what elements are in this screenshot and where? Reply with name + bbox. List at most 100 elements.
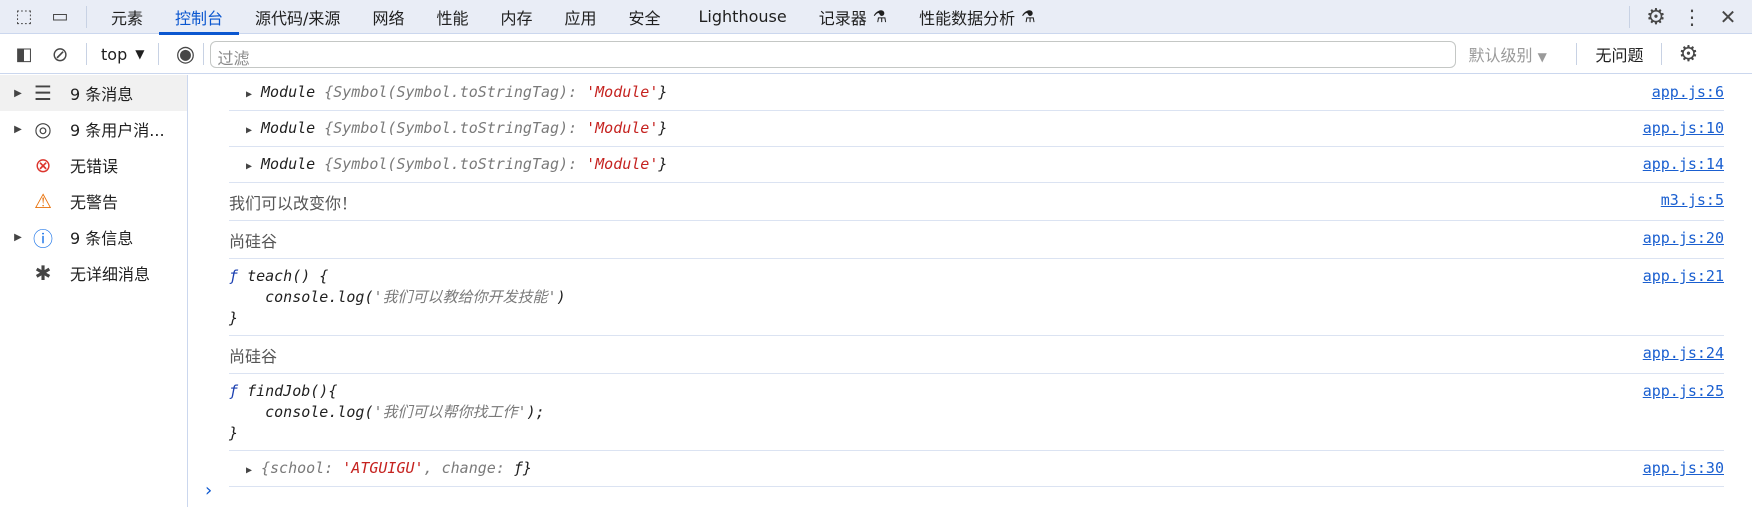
tab-4[interactable]: 性能 [420, 0, 484, 34]
tab-label: 网络 [372, 8, 405, 28]
tab-label: 内存 [500, 8, 533, 28]
dropdown-arrow-icon: ▼ [135, 47, 145, 61]
object-key: Symbol(Symbol.toStringTag) [333, 83, 569, 101]
info-icon: ⓘ [33, 226, 53, 251]
function-body: console.log( [265, 288, 374, 306]
issues-button[interactable]: 无问题 [1595, 42, 1643, 66]
object-key: Symbol(Symbol.toStringTag) [333, 155, 569, 173]
context-selector[interactable]: top ▼ [95, 45, 150, 64]
warning-icon: ⚠ [34, 189, 52, 213]
function-string: '我们可以帮你找工作' [373, 403, 527, 421]
tab-label: Lighthouse [698, 7, 787, 26]
function-signature: teach() { [247, 267, 329, 285]
clear-console-icon[interactable]: ⊘ [42, 37, 78, 71]
sidebar-item-label: 无警告 [70, 193, 119, 212]
console-message: 尚硅谷 app.js:24 [229, 336, 1724, 374]
source-link[interactable]: app.js:25 [1643, 382, 1724, 400]
log-level-dropdown[interactable]: 默认级别 ▼ [1468, 42, 1568, 66]
tab-8[interactable]: Lighthouse [683, 0, 803, 34]
console-prompt-icon[interactable]: › [205, 480, 212, 501]
expand-arrow-icon[interactable]: ▶ [0, 124, 26, 135]
tab-label: 性能 [436, 8, 469, 28]
expand-arrow-icon[interactable]: ▶ [243, 465, 255, 476]
sidebar-item-0[interactable]: ▶ ☰ 9 条消息 [0, 75, 187, 111]
tab-label: 记录器 [818, 8, 867, 28]
sidebar-item-4[interactable]: ▶ ⓘ 9 条信息 [0, 219, 187, 255]
object-value: 'Module' [586, 155, 659, 173]
experiment-flask-icon: ⚗ [1021, 7, 1036, 26]
context-value: top [101, 44, 128, 64]
expand-arrow-icon[interactable]: ▶ [0, 232, 26, 243]
function-body-end: ) [556, 288, 566, 306]
divider [1661, 43, 1663, 65]
live-expression-eye-icon[interactable]: ◉ [167, 37, 203, 71]
tab-9[interactable]: 记录器 ⚗ [803, 0, 903, 34]
source-link[interactable]: app.js:10 [1643, 119, 1724, 137]
console-message: ▶ {school: 'ATGUIGU', change: ƒ} app.js:30 [229, 451, 1724, 487]
sidebar-toggle-icon[interactable]: ◧ [6, 37, 42, 71]
tab-1[interactable]: 控制台 [159, 0, 240, 35]
source-link[interactable]: app.js:20 [1643, 229, 1724, 247]
tab-10[interactable]: 性能数据分析 ⚗ [903, 0, 1051, 34]
expand-arrow-icon[interactable]: ▶ [243, 125, 255, 136]
source-link[interactable]: app.js:24 [1643, 344, 1724, 362]
sidebar-item-label: 9 条用户消... [70, 121, 165, 140]
device-toolbar-icon[interactable]: ▭ [42, 0, 78, 34]
sidebar-item-3[interactable]: ⚠ 无警告 [0, 183, 187, 219]
tab-label: 源代码/来源 [255, 8, 341, 28]
console-message: ▶ Module {Symbol(Symbol.toStringTag): 'Mo… [229, 111, 1724, 147]
dropdown-arrow-icon: ▼ [1537, 50, 1547, 64]
sidebar-item-label: 9 条消息 [70, 85, 134, 104]
console-message: 我们可以改变你！ m3.js:5 [229, 183, 1724, 221]
function-body: console.log( [265, 403, 374, 421]
tab-label: 性能数据分析 [919, 8, 1016, 28]
function-close: } [229, 424, 239, 442]
inspect-element-icon[interactable]: ⬚ [6, 0, 42, 34]
more-options-icon[interactable]: ⋮ [1674, 0, 1710, 34]
devtools-tab-bar: ⬚ ▭ 元素 控制台 源代码/来源 网络 性能 内存 应用 安全 Lighthouse 记录器 ⚗… [0, 0, 1752, 35]
tab-6[interactable]: 应用 [548, 0, 612, 34]
tab-0[interactable]: 元素 [95, 0, 159, 34]
source-link[interactable]: m3.js:5 [1661, 191, 1724, 209]
object-value: 'Module' [586, 119, 659, 137]
tab-2[interactable]: 源代码/来源 [239, 0, 356, 34]
console-settings-gear-icon[interactable]: ⚙ [1670, 37, 1706, 71]
log-text: 我们可以改变你！ [229, 194, 358, 213]
tab-3[interactable]: 网络 [356, 0, 420, 34]
bug-icon: ✱ [34, 261, 52, 285]
function-body-end: ); [526, 403, 545, 421]
console-messages: ▶ Module {Symbol(Symbol.toStringTag): 'Mo… [189, 75, 1752, 507]
function-close: } [229, 309, 239, 327]
source-link[interactable]: app.js:6 [1652, 83, 1724, 101]
tab-7[interactable]: 安全 [613, 0, 677, 34]
log-text: 尚硅谷 [229, 232, 278, 251]
user-icon: ◎ [34, 117, 52, 141]
object-key: change [441, 459, 496, 477]
expand-arrow-icon[interactable]: ▶ [243, 89, 255, 100]
object-name: Module [261, 119, 316, 137]
object-value: ƒ [513, 459, 523, 477]
log-text: 尚硅谷 [229, 347, 278, 366]
settings-gear-icon[interactable]: ⚙ [1638, 0, 1674, 34]
close-icon[interactable]: ✕ [1710, 0, 1746, 34]
tab-5[interactable]: 内存 [484, 0, 548, 34]
object-key: school [270, 459, 325, 477]
console-message: 尚硅谷 app.js:20 [229, 221, 1724, 259]
expand-arrow-icon[interactable]: ▶ [243, 161, 255, 172]
sidebar-item-label: 无错误 [70, 157, 119, 176]
divider [86, 43, 87, 65]
sidebar-item-2[interactable]: ⊗ 无错误 [0, 147, 187, 183]
object-value: 'ATGUIGU' [342, 459, 424, 477]
console-message: ƒ teach() { console.log('我们可以教给你开发技能')} a… [229, 259, 1724, 336]
source-link[interactable]: app.js:30 [1643, 459, 1724, 477]
source-link[interactable]: app.js:21 [1643, 267, 1724, 285]
filter-input[interactable]: 过滤 [210, 40, 1457, 68]
divider [1629, 6, 1630, 28]
sidebar-item-1[interactable]: ▶ ◎ 9 条用户消... [0, 111, 187, 147]
sidebar-item-5[interactable]: ✱ 无详细消息 [0, 255, 187, 291]
expand-arrow-icon[interactable]: ▶ [0, 88, 26, 99]
divider [86, 5, 87, 28]
tab-label: 元素 [111, 8, 144, 28]
source-link[interactable]: app.js:14 [1643, 155, 1724, 173]
function-string: '我们可以教给你开发技能' [373, 288, 557, 306]
